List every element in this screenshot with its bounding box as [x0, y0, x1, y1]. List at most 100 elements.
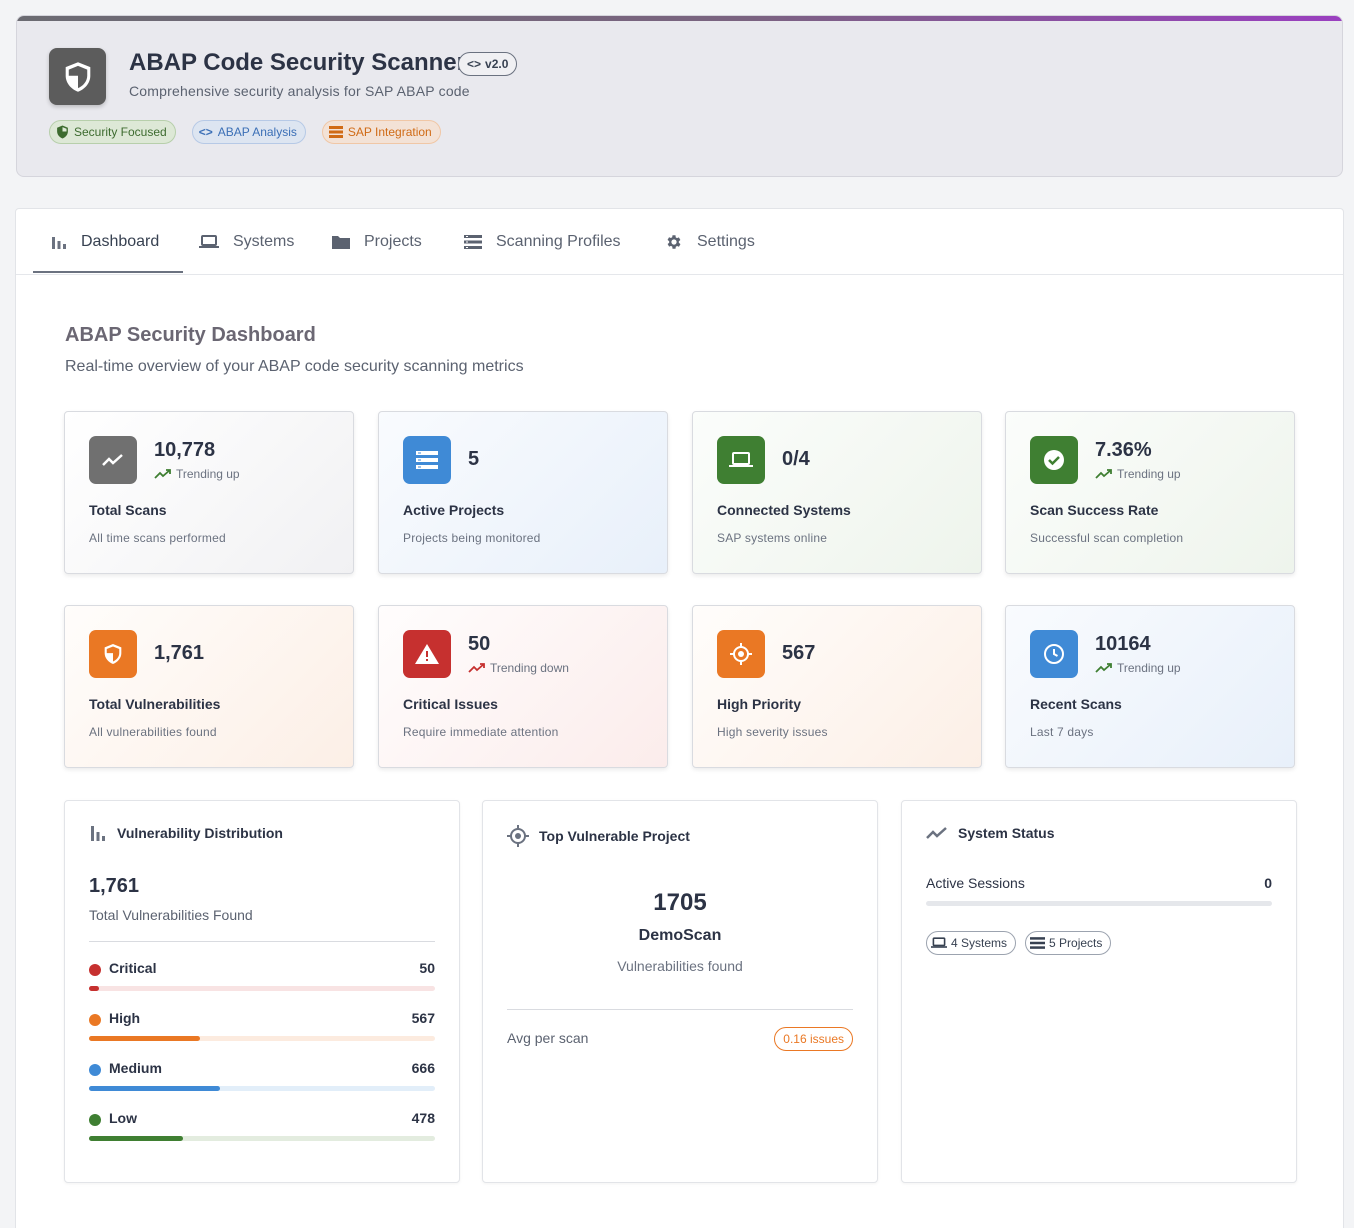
tag-label: ABAP Analysis: [217, 125, 297, 139]
stat-description: All time scans performed: [89, 531, 226, 545]
stat-label: Critical Issues: [403, 696, 498, 712]
version-label: v2.0: [485, 57, 509, 71]
main-card: Dashboard Systems Projects Scanning Prof…: [15, 208, 1344, 1228]
avg-per-scan-label: Avg per scan: [507, 1030, 589, 1046]
stat-description: Projects being monitored: [403, 531, 541, 545]
stat-trend: Trending up: [154, 467, 240, 481]
list-icon: [1030, 937, 1046, 949]
stat-label: Recent Scans: [1030, 696, 1122, 712]
tab-label: Scanning Profiles: [496, 232, 621, 250]
laptop-icon: [931, 937, 947, 948]
projects-chip[interactable]: 5 Projects: [1025, 931, 1112, 955]
stat-label: Total Vulnerabilities: [89, 696, 221, 712]
severity-dot: [89, 1064, 101, 1076]
severity-bar-fill: [89, 986, 99, 991]
laptop-icon: [729, 452, 753, 467]
total-vulnerabilities-value: 1,761: [89, 875, 140, 897]
severity-bar-track: [89, 1086, 435, 1091]
stat-label: Scan Success Rate: [1030, 502, 1159, 518]
shield-icon: [57, 125, 68, 139]
top-project-vuln-count: 1705: [653, 889, 707, 916]
severity-count: 567: [411, 1010, 435, 1026]
check-circle-icon: [1044, 450, 1064, 470]
version-badge: <> v2.0: [458, 52, 518, 76]
stat-icon-box: [717, 630, 765, 678]
stat-card-recent-scans: 10164 Trending up Recent Scans Last 7 da…: [1005, 605, 1295, 768]
systems-chip[interactable]: 4 Systems: [926, 931, 1017, 955]
stat-icon-box: [1030, 630, 1078, 678]
stat-description: Successful scan completion: [1030, 531, 1184, 545]
active-sessions-label: Active Sessions: [926, 875, 1025, 891]
stat-icon-box: [1030, 436, 1078, 484]
active-sessions-bar: [926, 901, 1272, 906]
status-chips: 4 Systems 5 Projects: [926, 931, 1112, 955]
stat-trend: Trending up: [1095, 661, 1181, 675]
severity-count: 478: [411, 1110, 435, 1126]
severity-row-low: Low 478: [89, 1110, 435, 1150]
severity-name: High: [109, 1010, 141, 1026]
stat-card-critical-issues: 50 Trending down Critical Issues Require…: [378, 605, 668, 768]
tag-label: Security Focused: [74, 125, 167, 139]
divider: [89, 941, 435, 942]
trending-up-icon: [1095, 663, 1112, 673]
active-tab-indicator: [33, 271, 183, 273]
severity-dot: [89, 1014, 101, 1026]
severity-dot: [89, 964, 101, 976]
trending-down-icon: [468, 663, 485, 673]
trend-label: Trending up: [1117, 467, 1181, 481]
tab-scanning-profiles[interactable]: Scanning Profiles: [464, 209, 621, 274]
stat-icon-box: [403, 630, 451, 678]
vulnerability-distribution-panel: Vulnerability Distribution 1,761 Total V…: [64, 800, 460, 1183]
stat-card-active-projects: 5 Active Projects Projects being monitor…: [378, 411, 668, 574]
stat-card-total-vulnerabilities: 1,761 Total Vulnerabilities All vulnerab…: [64, 605, 354, 768]
target-icon: [730, 643, 752, 665]
chip-label: 5 Projects: [1049, 936, 1103, 950]
tab-systems[interactable]: Systems: [199, 209, 294, 274]
header-accent-bar: [17, 16, 1342, 21]
severity-name: Low: [109, 1110, 137, 1126]
tab-dashboard[interactable]: Dashboard: [51, 209, 159, 274]
stat-value: 7.36%: [1095, 439, 1152, 461]
tab-label: Dashboard: [81, 232, 160, 250]
stat-label: Active Projects: [403, 502, 505, 518]
list-icon: [416, 451, 438, 469]
tab-bar: Dashboard Systems Projects Scanning Prof…: [16, 209, 1343, 275]
stat-label: High Priority: [717, 696, 802, 712]
app-logo: [49, 48, 106, 105]
stat-label: Connected Systems: [717, 502, 851, 518]
stat-icon-box: [717, 436, 765, 484]
trending-icon: [102, 454, 123, 466]
severity-dot: [89, 1114, 101, 1126]
tag-abap-analysis: <> ABAP Analysis: [191, 120, 306, 144]
bar-chart-icon: [91, 826, 105, 841]
severity-bar-fill: [89, 1136, 183, 1141]
active-sessions-value: 0: [1264, 875, 1272, 891]
shield-icon: [104, 644, 122, 664]
tab-settings[interactable]: Settings: [665, 209, 755, 274]
code-icon: <>: [198, 125, 213, 139]
tab-label: Settings: [697, 232, 755, 250]
tag-sap-integration: SAP Integration: [321, 120, 441, 144]
severity-name: Critical: [109, 960, 157, 976]
chip-label: 4 Systems: [951, 936, 1008, 950]
severity-bar-fill: [89, 1036, 201, 1041]
stat-trend: Trending down: [468, 661, 569, 675]
severity-bar-fill: [89, 1086, 220, 1091]
storage-icon: [328, 126, 343, 138]
list-icon: [464, 234, 482, 249]
tab-projects[interactable]: Projects: [332, 209, 422, 274]
trending-up-icon: [154, 469, 171, 479]
stat-card-high-priority: 567 High Priority High severity issues: [692, 605, 982, 768]
gear-icon: [667, 234, 681, 249]
severity-bar-track: [89, 1036, 435, 1041]
trend-label: Trending up: [1117, 661, 1181, 675]
tag-security-focused: Security Focused: [49, 120, 176, 144]
trending-icon: [926, 827, 947, 839]
tab-label: Projects: [364, 232, 422, 250]
stat-description: All vulnerabilities found: [89, 725, 217, 739]
top-project-label: Vulnerabilities found: [617, 958, 743, 974]
divider: [507, 1009, 853, 1010]
shield-icon: [65, 61, 90, 92]
bar-chart-icon: [52, 236, 66, 249]
code-icon: <>: [467, 57, 482, 71]
